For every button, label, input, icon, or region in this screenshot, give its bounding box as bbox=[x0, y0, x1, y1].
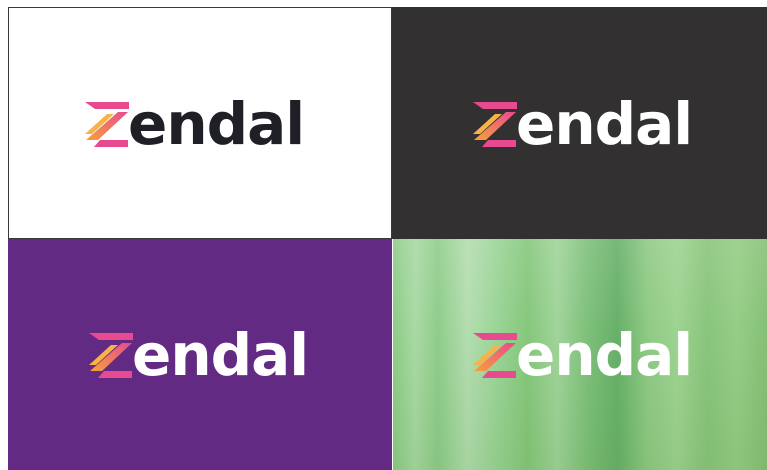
z-logo-mark-icon bbox=[473, 333, 517, 378]
logo-presentation-board: endal endal endal endal bbox=[0, 0, 767, 470]
wordmark-text: endal bbox=[128, 90, 305, 158]
zendal-logo: endal bbox=[470, 90, 693, 158]
wordmark-text: endal bbox=[132, 321, 309, 389]
z-logo-mark-icon bbox=[89, 333, 133, 378]
logo-panel-purple: endal bbox=[8, 239, 392, 470]
logo-panel-white: endal bbox=[8, 7, 392, 239]
logo-panel-dark: endal bbox=[392, 7, 767, 239]
logo-panel-green: endal bbox=[393, 239, 767, 470]
zendal-logo: endal bbox=[86, 321, 309, 389]
wordmark-text: endal bbox=[516, 90, 693, 158]
wordmark-text: endal bbox=[516, 321, 693, 389]
z-logo-mark-icon bbox=[473, 102, 517, 147]
z-logo-mark-icon bbox=[85, 102, 129, 147]
zendal-logo: endal bbox=[82, 90, 305, 158]
zendal-logo: endal bbox=[470, 321, 693, 389]
